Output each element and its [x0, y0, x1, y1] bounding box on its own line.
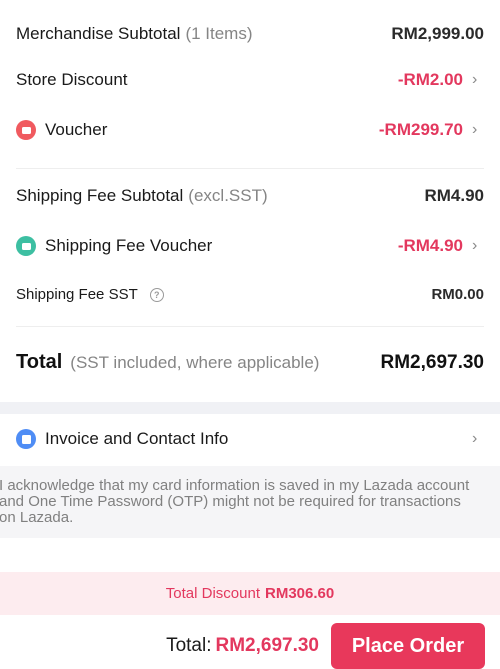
voucher-value: -RM299.70: [378, 120, 463, 139]
merchandise-subtotal-label: Merchandise Subtotal: [16, 24, 181, 43]
invoice-icon: [16, 429, 36, 449]
total-value: RM2,697.30: [380, 351, 484, 373]
footer-total: Total: RM2,697.30: [166, 635, 319, 657]
shipping-voucher-label: Shipping Fee Voucher: [45, 236, 213, 255]
spacer: [0, 538, 500, 572]
store-discount-value: -RM2.00: [397, 70, 463, 89]
chevron-right-icon: ›: [472, 430, 478, 447]
help-icon[interactable]: ?: [149, 287, 164, 302]
shipping-voucher-icon: [16, 236, 36, 256]
voucher-row[interactable]: Voucher -RM299.70 ›: [16, 120, 484, 140]
chevron-right-icon: ›: [472, 237, 478, 254]
voucher-label: Voucher: [45, 120, 108, 139]
shipping-subtotal-note: (excl.SST): [188, 186, 268, 205]
total-discount-bar: Total Discount RM306.60: [0, 572, 500, 615]
shipping-voucher-value: -RM4.90: [397, 236, 463, 255]
total-discount-label: Total Discount: [165, 585, 260, 602]
voucher-icon: [16, 120, 36, 140]
shipping-sst-row: Shipping Fee SST ? RM0.00: [16, 286, 484, 303]
chevron-right-icon: ›: [472, 71, 478, 88]
store-discount-row[interactable]: Store Discount -RM2.00 ›: [16, 70, 484, 90]
shipping-subtotal-row: Shipping Fee Subtotal (excl.SST) RM4.90: [16, 186, 484, 206]
total-discount-value: RM306.60: [265, 585, 335, 602]
shipping-subtotal-label: Shipping Fee Subtotal: [16, 186, 184, 205]
shipping-voucher-row[interactable]: Shipping Fee Voucher -RM4.90 ›: [16, 236, 484, 256]
total-label: Total: [16, 351, 63, 373]
item-count: (1 Items): [185, 24, 253, 43]
shipping-sst-value: RM0.00: [431, 286, 484, 303]
divider: [16, 326, 484, 327]
total-row: Total (SST included, where applicable) R…: [16, 351, 484, 374]
order-summary: Merchandise Subtotal (1 Items) RM2,999.0…: [0, 0, 500, 400]
footer-total-value: RM2,697.30: [215, 635, 319, 656]
chevron-right-icon: ›: [472, 121, 478, 138]
card-acknowledgement: I acknowledge that my card information i…: [0, 466, 500, 538]
section-gap: [0, 402, 500, 414]
divider: [16, 168, 484, 169]
invoice-label: Invoice and Contact Info: [45, 429, 229, 448]
place-order-button[interactable]: Place Order: [331, 623, 485, 669]
total-note: (SST included, where applicable): [70, 352, 320, 372]
merchandise-subtotal-value: RM2,999.00: [391, 24, 484, 43]
checkout-footer: Total: RM2,697.30 Place Order: [0, 615, 500, 669]
shipping-subtotal-value: RM4.90: [424, 186, 484, 205]
store-discount-label: Store Discount: [16, 70, 128, 89]
footer-total-label: Total:: [166, 635, 212, 656]
acknowledgement-text: I acknowledge that my card information i…: [0, 477, 470, 526]
merchandise-subtotal-row: Merchandise Subtotal (1 Items) RM2,999.0…: [16, 24, 484, 44]
invoice-contact-section[interactable]: Invoice and Contact Info ›: [0, 414, 500, 466]
shipping-sst-label: Shipping Fee SST: [16, 286, 138, 303]
